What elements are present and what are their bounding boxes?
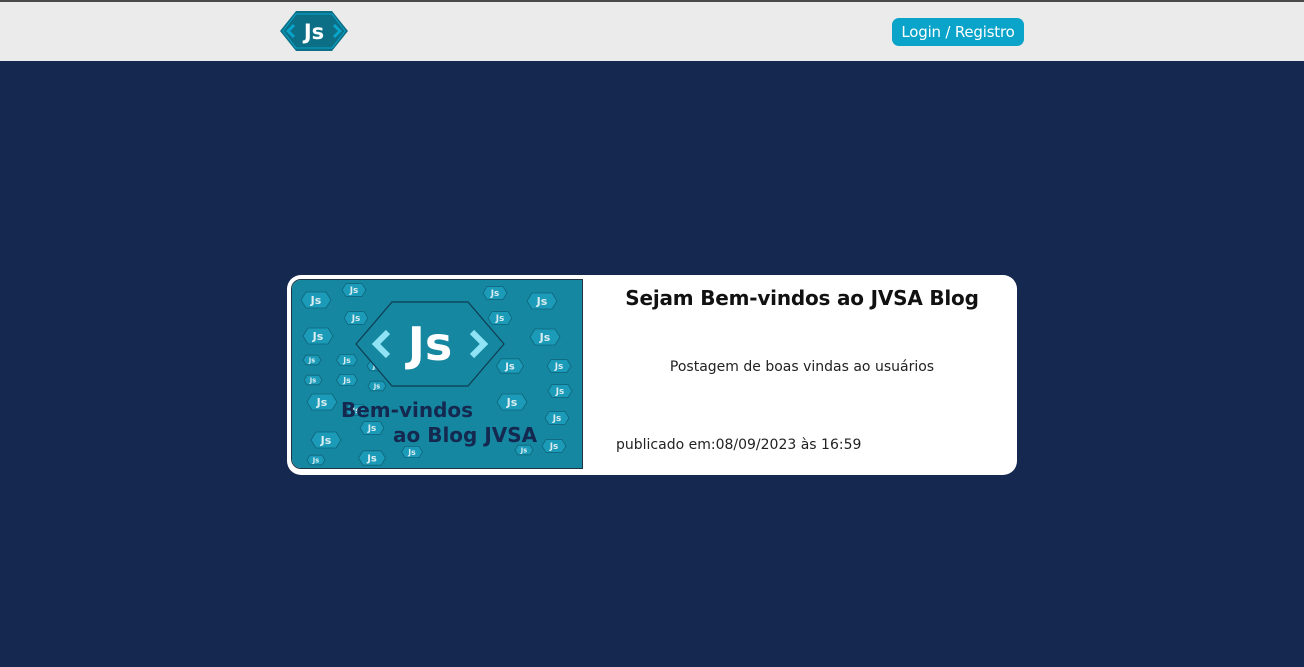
pattern-js-logo-icon: Js: [367, 380, 387, 392]
svg-text:Js: Js: [490, 289, 500, 299]
pattern-js-logo-icon: Js: [336, 354, 358, 366]
svg-text:Js: Js: [373, 382, 380, 390]
svg-text:Js: Js: [342, 376, 351, 385]
svg-text:Js: Js: [302, 20, 324, 44]
welcome-banner-image: Js Js Js Js Js Js Js Js Js Js Js Js Js Js Js Js Js Js Js Js…: [292, 280, 582, 468]
svg-text:Js: Js: [555, 387, 565, 397]
svg-text:Js: Js: [342, 356, 351, 365]
post-published-info: publicado em:08/09/2023 às 16:59: [616, 437, 996, 453]
pattern-js-logo-icon: Js: [306, 393, 338, 411]
svg-text:Js: Js: [367, 424, 377, 434]
post-thumbnail[interactable]: Js Js Js Js Js Js Js Js Js Js Js Js Js Js Js Js Js Js Js Js…: [291, 279, 583, 469]
svg-text:Js: Js: [312, 456, 319, 464]
pattern-js-logo-icon: Js: [302, 354, 322, 366]
pattern-js-logo-icon: Js: [546, 359, 572, 373]
pattern-js-logo-icon: Js: [401, 445, 423, 459]
svg-text:Js: Js: [310, 294, 322, 307]
pattern-js-logo-icon: Js: [359, 421, 385, 435]
svg-text:Js: Js: [407, 448, 416, 457]
svg-text:Js: Js: [552, 414, 562, 424]
main-content: Js Js Js Js Js Js Js Js Js Js Js Js Js Js Js Js Js Js Js Js…: [0, 61, 1304, 667]
pattern-js-logo-icon: Js: [526, 292, 558, 310]
svg-text:Js: Js: [351, 314, 361, 324]
published-datetime: 08/09/2023 às 16:59: [715, 437, 862, 453]
pattern-js-logo-icon: Js: [343, 311, 369, 325]
svg-text:Js: Js: [549, 442, 559, 452]
pattern-js-logo-icon: Js: [482, 286, 508, 300]
js-logo-icon: Js: [280, 11, 348, 51]
pattern-js-logo-icon: Js: [303, 374, 323, 386]
svg-text:Js: Js: [308, 356, 315, 364]
pattern-js-logo-icon: Js: [300, 291, 332, 309]
pattern-js-logo-icon: Js: [529, 328, 561, 346]
pattern-js-logo-icon: Js: [487, 311, 513, 325]
pattern-js-logo-icon: Js: [496, 358, 524, 374]
svg-text:Js: Js: [316, 396, 328, 409]
banner-logo-text: Js: [405, 317, 453, 371]
pattern-js-logo-icon: Js: [547, 384, 573, 398]
svg-text:Js: Js: [312, 330, 324, 343]
svg-text:Js: Js: [504, 362, 515, 373]
pattern-js-logo-icon: Js: [310, 431, 342, 449]
svg-text:Js: Js: [554, 362, 564, 372]
pattern-js-logo-icon: Js: [358, 450, 386, 466]
pattern-js-logo-icon: Js: [541, 439, 567, 453]
svg-text:Js: Js: [536, 295, 548, 308]
pattern-js-logo-icon: Js: [341, 283, 367, 297]
published-label: publicado em:: [616, 437, 716, 453]
post-description: Postagem de boas vindas ao usuários: [669, 359, 935, 375]
pattern-js-logo-icon: Js: [302, 327, 334, 345]
login-register-button[interactable]: Login / Registro: [892, 18, 1024, 46]
svg-text:Js: Js: [506, 396, 518, 409]
svg-text:Js: Js: [349, 286, 359, 296]
post-title[interactable]: Sejam Bem-vindos ao JVSA Blog: [583, 286, 1021, 310]
site-header: Js Login / Registro: [0, 2, 1304, 61]
svg-text:Js: Js: [495, 314, 505, 324]
banner-caption-line1: Bem-vindos: [341, 398, 473, 422]
svg-text:Js: Js: [309, 376, 316, 384]
svg-text:Js: Js: [539, 331, 551, 344]
pattern-js-logo-icon: Js: [496, 393, 528, 411]
svg-text:Js: Js: [320, 434, 332, 447]
pattern-js-logo-icon: Js: [544, 411, 570, 425]
pattern-js-logo-icon: Js: [336, 374, 358, 386]
svg-text:Js: Js: [520, 446, 527, 454]
banner-caption-line2: ao Blog JVSA: [393, 423, 538, 447]
svg-text:Js: Js: [366, 454, 377, 465]
pattern-js-logo-icon: Js: [306, 454, 326, 466]
post-card[interactable]: Js Js Js Js Js Js Js Js Js Js Js Js Js Js Js Js Js Js Js Js…: [287, 275, 1017, 475]
